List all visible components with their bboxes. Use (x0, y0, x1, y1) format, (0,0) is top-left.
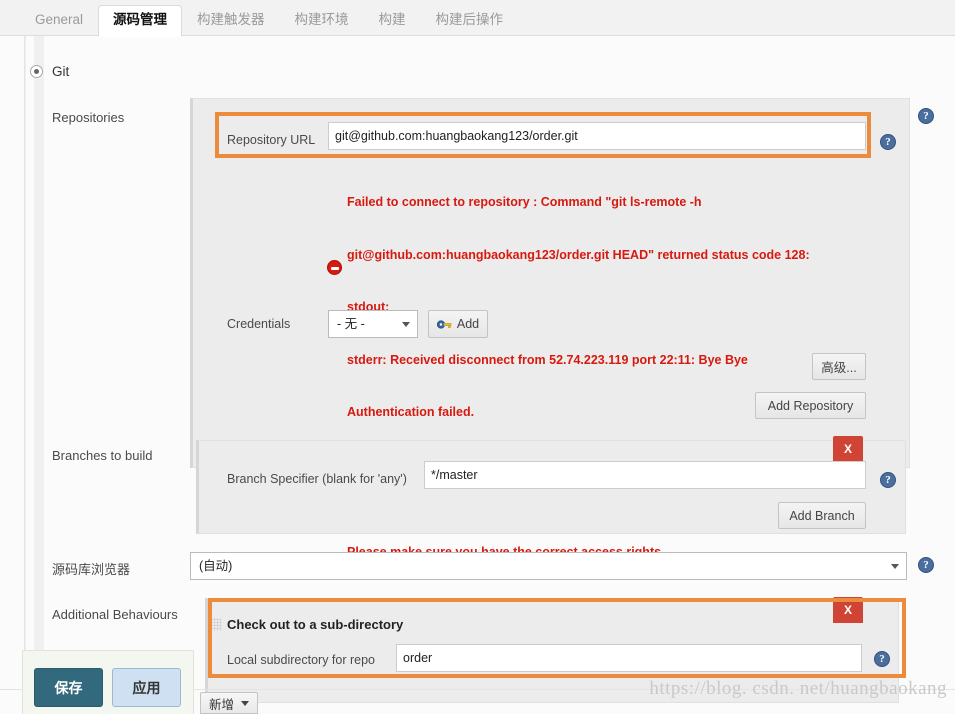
add-credentials-button[interactable]: Add (428, 310, 488, 338)
repositories-section-label: Repositories (52, 110, 125, 125)
error-circle-icon (327, 260, 342, 275)
credentials-label: Credentials (227, 317, 291, 331)
branch-specifier-help-icon[interactable]: ? (880, 472, 896, 488)
error-line-0: Failed to connect to repository : Comman… (347, 195, 702, 209)
radio-git[interactable] (30, 65, 43, 78)
tab-general[interactable]: General (20, 5, 98, 36)
add-dropdown-button[interactable]: 新增 (200, 692, 259, 714)
drag-handle-icon[interactable] (210, 618, 221, 631)
delete-behaviour-button[interactable]: X (833, 597, 863, 623)
watermark: https://blog. csdn. net/huangbaokang (649, 678, 947, 699)
left-rail-gutter (34, 36, 44, 676)
branches-section-label: Branches to build (52, 448, 153, 463)
error-line-3: stderr: Received disconnect from 52.74.2… (347, 352, 748, 367)
behaviour-item-title: Check out to a sub-directory (227, 617, 404, 632)
add-dropdown-label: 新增 (209, 697, 235, 712)
tab-build-triggers[interactable]: 构建触发器 (182, 5, 280, 36)
tab-post-build-actions[interactable]: 构建后操作 (421, 5, 519, 36)
chevron-down-icon (241, 700, 250, 706)
radio-git-label: Git (52, 64, 70, 79)
local-subdirectory-input[interactable]: order (396, 644, 862, 672)
add-branch-button[interactable]: Add Branch (778, 502, 866, 529)
tab-build[interactable]: 构建 (364, 5, 421, 36)
credentials-select-value: - 无 - (337, 317, 365, 331)
delete-branch-button[interactable]: X (833, 436, 863, 462)
repository-browser-help-icon[interactable]: ? (918, 557, 934, 573)
tab-scm[interactable]: 源码管理 (98, 5, 183, 37)
repository-url-help-icon[interactable]: ? (880, 134, 896, 150)
save-button[interactable]: 保存 (34, 668, 103, 707)
error-line-1: git@github.com:huangbaokang123/order.git… (347, 247, 810, 262)
chevron-down-icon (891, 564, 899, 569)
local-subdirectory-help-icon[interactable]: ? (874, 651, 890, 667)
additional-behaviours-label: Additional Behaviours (52, 607, 178, 622)
repository-browser-label: 源码库浏览器 (52, 562, 131, 577)
repositories-section-help-icon[interactable]: ? (918, 108, 934, 124)
branch-specifier-label: Branch Specifier (blank for 'any') (227, 472, 407, 486)
apply-button[interactable]: 应用 (112, 668, 181, 707)
credentials-select[interactable]: - 无 - (328, 310, 418, 338)
scm-radio-git-row[interactable]: Git (30, 64, 69, 79)
key-icon (436, 319, 452, 330)
repository-browser-value: (自动) (199, 559, 233, 573)
config-content: 无 Git Repositories Repository URL git@gi… (0, 36, 955, 714)
repository-url-label: Repository URL (227, 133, 316, 147)
local-subdirectory-label: Local subdirectory for repo (227, 653, 375, 667)
add-credentials-label: Add (456, 317, 480, 331)
repository-url-input[interactable]: git@github.com:huangbaokang123/order.git (328, 122, 866, 150)
advanced-button[interactable]: 高级... (812, 353, 866, 380)
jenkins-job-config-page: General 源码管理 构建触发器 构建环境 构建 构建后操作 无 Git R… (0, 0, 955, 714)
repository-browser-select[interactable]: (自动) (190, 552, 907, 580)
tab-build-environment[interactable]: 构建环境 (280, 5, 364, 36)
left-rail-divider (24, 36, 26, 676)
chevron-down-icon (402, 322, 410, 327)
error-line-4: Authentication failed. (347, 405, 475, 419)
branch-specifier-input[interactable]: */master (424, 461, 866, 489)
add-repository-button[interactable]: Add Repository (755, 392, 866, 419)
config-tab-bar: General 源码管理 构建触发器 构建环境 构建 构建后操作 (0, 0, 955, 37)
